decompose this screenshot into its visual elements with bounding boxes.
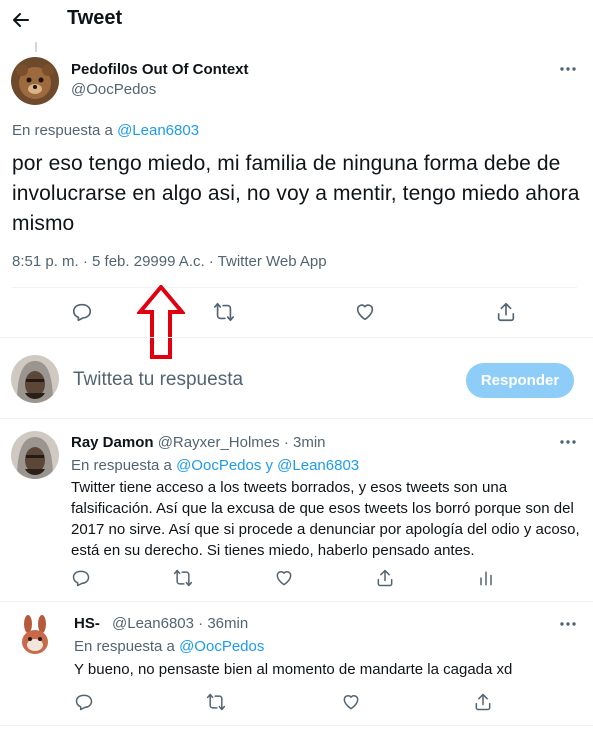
retweet-icon [173,569,193,587]
avatar[interactable] [11,355,59,403]
divider [12,287,577,288]
share-button[interactable] [469,688,497,716]
reply-text: Y bueno, no pensaste bien al momento de … [74,661,513,678]
back-button[interactable] [6,5,36,35]
divider [0,601,593,602]
analytics-button[interactable] [472,564,500,592]
share-icon [475,693,491,711]
reply-author-handle[interactable]: @Lean6803 [112,615,194,632]
annotation-arrow-icon [137,285,185,359]
thread-connector [35,42,37,52]
more-icon [560,67,576,71]
more-options-button[interactable] [557,60,579,78]
replying-to-link[interactable]: @OocPedos [179,638,264,655]
share-button[interactable] [492,298,520,326]
avatar[interactable] [11,57,59,105]
retweet-icon [214,302,234,322]
retweet-button[interactable] [169,564,197,592]
retweet-button[interactable] [202,688,230,716]
reply-icon [75,694,93,711]
replying-to-prefix: En respuesta a [71,457,172,474]
reply-button[interactable] [68,298,96,326]
divider [0,418,593,419]
like-button[interactable] [351,298,379,326]
reply-header: HS- @Lean6803 · 36min [74,615,248,632]
reply-input[interactable]: Twittea tu respuesta [73,369,243,391]
reply-time[interactable]: · 36min [198,615,248,632]
more-icon [560,622,576,626]
like-button[interactable] [270,564,298,592]
more-options-button[interactable] [557,615,579,633]
arrow-left-icon [13,13,29,27]
tweet-meta: 8:51 p. m. · 5 feb. 29999 A.c. · Twitter… [12,253,327,270]
retweet-icon [206,693,226,711]
replying-to-prefix: En respuesta a [12,122,113,139]
avatar[interactable] [11,612,59,660]
replying-to-line: En respuesta a @Lean6803 [12,122,199,139]
reply-icon [72,570,90,587]
share-icon [497,302,515,322]
more-options-button[interactable] [557,433,579,451]
reply-time[interactable]: · 3min [284,434,326,451]
share-button[interactable] [371,564,399,592]
reply-button[interactable] [67,564,95,592]
like-button[interactable] [337,688,365,716]
replying-to-link[interactable]: @OocPedos y @Lean6803 [176,457,359,474]
share-icon [377,569,393,587]
tweet-text: por eso tengo miedo, mi familia de ningu… [12,152,580,235]
analytics-icon [480,571,492,586]
author-handle[interactable]: @OocPedos [71,81,156,98]
author-name[interactable]: Pedofil0s Out Of Context [71,61,249,78]
more-icon [560,440,576,444]
reply-submit-button[interactable]: Responder [466,363,574,398]
retweet-button[interactable] [210,298,238,326]
page-title: Tweet [67,7,123,29]
reply-author-handle[interactable]: @Rayxer_Holmes [158,434,280,451]
reply-author-name[interactable]: HS- [74,615,100,632]
heart-icon [343,695,359,710]
avatar[interactable] [11,431,59,479]
heart-icon [276,571,292,586]
reply-button[interactable] [70,688,98,716]
replying-to-line: En respuesta a @OocPedos [74,638,264,655]
replying-to-prefix: En respuesta a [74,638,175,655]
reply-text: Twitter tiene acceso a los tweets borrad… [71,479,580,559]
heart-icon [356,304,374,321]
divider [0,725,593,726]
reply-header: Ray Damon @Rayxer_Holmes · 3min [71,434,326,451]
replying-to-line: En respuesta a @OocPedos y @Lean6803 [71,457,359,474]
reply-icon [72,303,92,322]
reply-author-name[interactable]: Ray Damon [71,434,154,451]
divider [0,337,593,338]
replying-to-link[interactable]: @Lean6803 [117,122,199,139]
